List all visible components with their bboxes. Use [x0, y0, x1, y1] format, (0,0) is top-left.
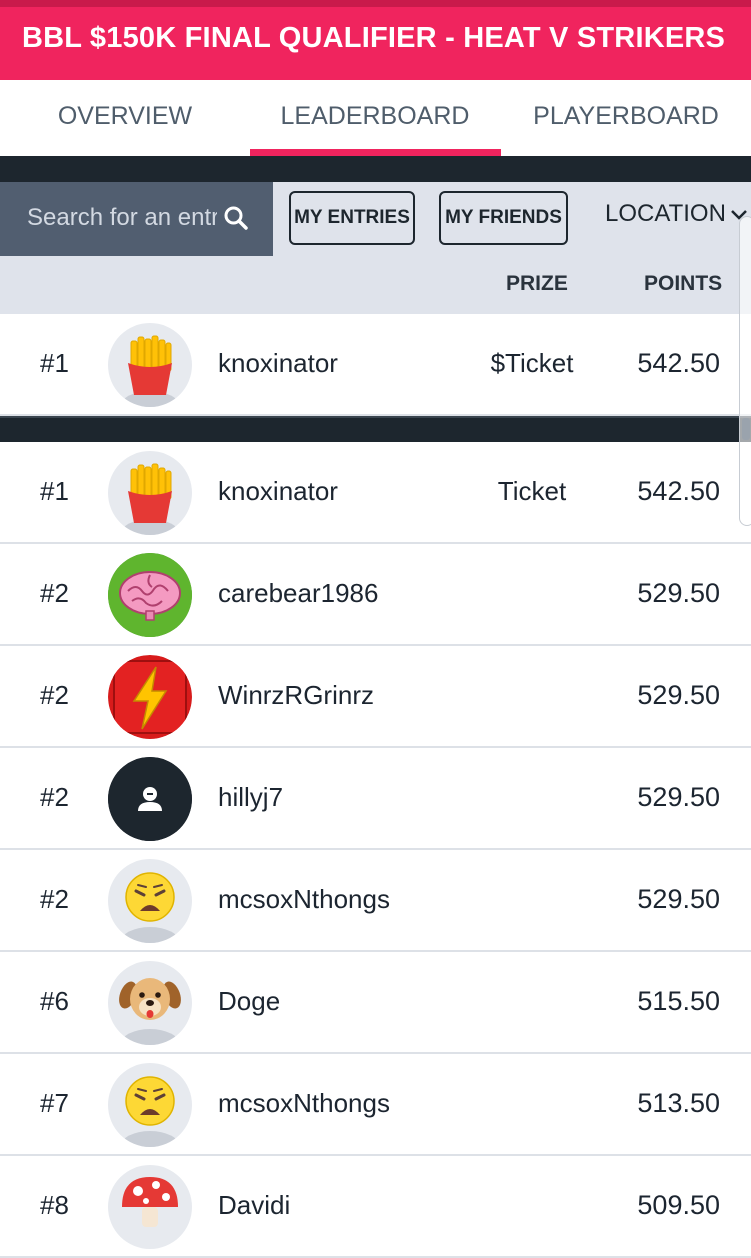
rank: #1: [40, 348, 69, 378]
points-value: 529.50: [637, 680, 720, 710]
points-value: 513.50: [637, 1088, 720, 1118]
fries-icon: [108, 323, 192, 407]
fries-icon: [108, 451, 192, 535]
default-user-icon: [108, 757, 192, 841]
rank: #2: [40, 578, 69, 608]
points-value: 529.50: [637, 782, 720, 812]
leaderboard-row[interactable]: #2 carebear1986 529.50: [0, 544, 751, 646]
points-value: 542.50: [637, 348, 720, 378]
mushroom-icon: [108, 1165, 192, 1249]
search-input[interactable]: [27, 202, 217, 234]
rank: #6: [40, 986, 69, 1016]
entrant-name[interactable]: hillyj7: [218, 782, 283, 813]
rank: #2: [40, 884, 69, 914]
weary-face-icon: [108, 859, 192, 943]
my-friends-button[interactable]: MY FRIENDS: [439, 191, 568, 245]
rank: #8: [40, 1190, 69, 1220]
points-value: 529.50: [637, 578, 720, 608]
rank: #2: [40, 782, 69, 812]
leaderboard-row[interactable]: #2 hillyj7 529.50: [0, 748, 751, 850]
points-value: 542.50: [637, 476, 720, 506]
entrant-name[interactable]: Doge: [218, 986, 280, 1017]
my-entry-row[interactable]: #1 knoxinator $Ticket 542.50: [0, 314, 751, 416]
search-icon[interactable]: [222, 204, 250, 232]
leaderboard-row[interactable]: #1 knoxinator Ticket 542.50: [0, 442, 751, 544]
leaderboard-row[interactable]: #8 Davidi 509.50: [0, 1156, 751, 1258]
tab-playerboard[interactable]: PLAYERBOARD: [501, 80, 751, 156]
contest-title: BBL $150K FINAL QUALIFIER - HEAT V STRIK…: [22, 22, 726, 54]
prize-value: $Ticket: [490, 348, 574, 378]
tab-bar: OVERVIEW LEADERBOARD PLAYERBOARD: [0, 80, 751, 156]
tab-overview[interactable]: OVERVIEW: [0, 80, 250, 156]
column-header-row: [0, 256, 751, 314]
points-value: 529.50: [637, 884, 720, 914]
my-entries-button[interactable]: MY ENTRIES: [289, 191, 415, 245]
points-value: 515.50: [637, 986, 720, 1016]
points-column-header: POINTS: [644, 272, 723, 295]
tab-leaderboard[interactable]: LEADERBOARD: [250, 80, 500, 156]
divider-strip: [0, 416, 751, 442]
leaderboard-row[interactable]: #2 mcsoxNthongs 529.50: [0, 850, 751, 952]
header-top-edge: [0, 0, 751, 7]
leaderboard-row[interactable]: #6 Doge 515.50: [0, 952, 751, 1054]
rank: #1: [40, 476, 69, 506]
divider-strip: [0, 156, 751, 182]
dog-face-icon: [108, 961, 192, 1045]
entrant-name[interactable]: mcsoxNthongs: [218, 884, 390, 915]
location-dropdown[interactable]: LOCATION: [605, 200, 748, 228]
entrant-name[interactable]: knoxinator: [218, 476, 338, 507]
search-box[interactable]: [0, 182, 273, 256]
entrant-name[interactable]: carebear1986: [218, 578, 378, 609]
leaderboard-row[interactable]: #7 mcsoxNthongs 513.50: [0, 1054, 751, 1156]
entrant-name[interactable]: mcsoxNthongs: [218, 1088, 390, 1119]
weary-face-icon: [108, 1063, 192, 1147]
entrant-name[interactable]: Davidi: [218, 1190, 290, 1221]
lightning-icon: [108, 655, 192, 739]
scrollbar-track[interactable]: [739, 216, 751, 526]
app-header: BBL $150K FINAL QUALIFIER - HEAT V STRIK…: [0, 0, 751, 80]
location-label: LOCATION: [605, 200, 726, 227]
rank: #2: [40, 680, 69, 710]
leaderboard-row[interactable]: #2 WinrzRGrinrz 529.50: [0, 646, 751, 748]
entrant-name[interactable]: WinrzRGrinrz: [218, 680, 374, 711]
active-tab-indicator: [250, 149, 501, 156]
points-value: 509.50: [637, 1190, 720, 1220]
entrant-name[interactable]: knoxinator: [218, 348, 338, 379]
brain-icon: [108, 553, 192, 637]
prize-column-header: PRIZE: [506, 272, 568, 295]
rank: #7: [40, 1088, 69, 1118]
prize-value: Ticket: [497, 476, 567, 506]
scrollbar-thumb[interactable]: [742, 418, 750, 440]
